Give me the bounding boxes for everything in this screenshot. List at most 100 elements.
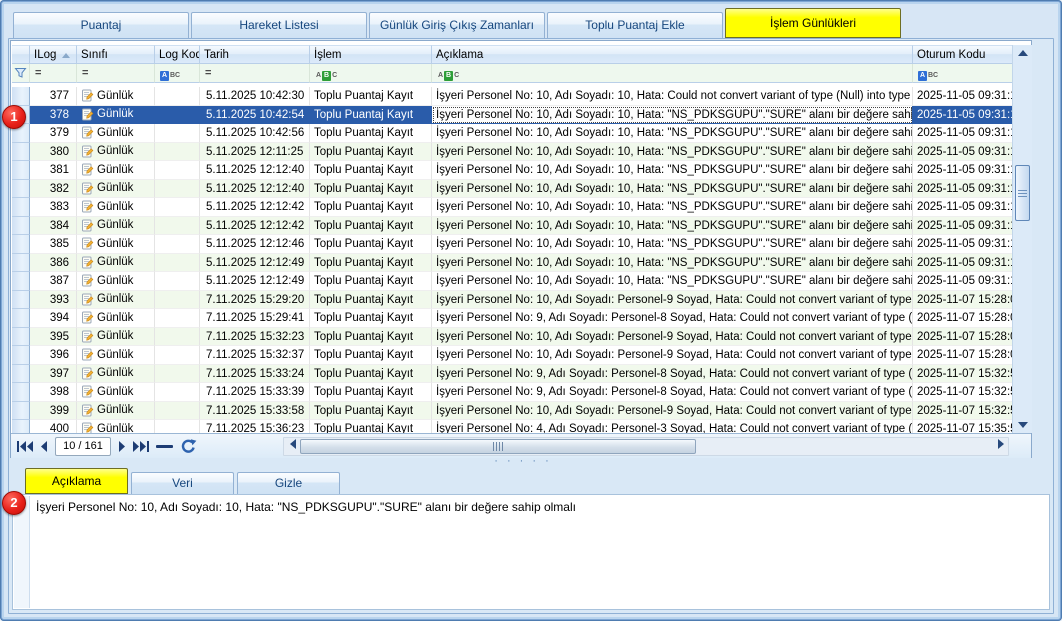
cell-islem[interactable]: Toplu Puantaj Kayıt — [310, 161, 432, 180]
cell-ilog[interactable]: 394 — [30, 309, 77, 328]
cell-tarih[interactable]: 5.11.2025 10:42:30 — [200, 87, 310, 106]
cell-logkodu[interactable] — [155, 254, 200, 273]
table-row[interactable]: 382Günlük5.11.2025 12:12:40Toplu Puantaj… — [12, 180, 1013, 199]
cell-sinifi[interactable]: Günlük — [77, 198, 155, 217]
cell-oturum[interactable]: 2025-11-05 09:31:1 — [913, 235, 1013, 254]
cell-oturum[interactable]: 2025-11-05 09:31:1 — [913, 143, 1013, 162]
detail-tab-aciklama[interactable]: Açıklama — [25, 468, 128, 494]
cell-islem[interactable]: Toplu Puantaj Kayıt — [310, 365, 432, 384]
table-row[interactable]: 381Günlük5.11.2025 12:12:40Toplu Puantaj… — [12, 161, 1013, 180]
cell-logkodu[interactable] — [155, 124, 200, 143]
cell-ilog[interactable]: 378 — [30, 106, 77, 125]
cell-logkodu[interactable] — [155, 235, 200, 254]
filter-cell-aciklama[interactable]: ABC — [432, 64, 913, 83]
cell-logkodu[interactable] — [155, 106, 200, 125]
cell-logkodu[interactable] — [155, 309, 200, 328]
cell-islem[interactable]: Toplu Puantaj Kayıt — [310, 402, 432, 421]
table-row[interactable]: 400Günlük7.11.2025 15:36:23Toplu Puantaj… — [12, 420, 1013, 433]
cell-islem[interactable]: Toplu Puantaj Kayıt — [310, 272, 432, 291]
cell-sinifi[interactable]: Günlük — [77, 420, 155, 433]
horizontal-scrollbar[interactable] — [283, 437, 1009, 456]
cell-islem[interactable]: Toplu Puantaj Kayıt — [310, 254, 432, 273]
cell-islem[interactable]: Toplu Puantaj Kayıt — [310, 180, 432, 199]
main-tab-islem-gunlukleri[interactable]: İşlem Günlükleri — [725, 8, 901, 38]
cell-islem[interactable]: Toplu Puantaj Kayıt — [310, 217, 432, 236]
cell-oturum[interactable]: 2025-11-07 15:35:5 — [913, 420, 1013, 433]
table-row[interactable]: 394Günlük7.11.2025 15:29:41Toplu Puantaj… — [12, 309, 1013, 328]
horizontal-scroll-thumb[interactable] — [300, 439, 696, 454]
table-row[interactable]: 396Günlük7.11.2025 15:32:37Toplu Puantaj… — [12, 346, 1013, 365]
cell-sinifi[interactable]: Günlük — [77, 87, 155, 106]
cell-aciklama[interactable]: İşyeri Personel No: 10, Adı Soyadı: 10, … — [432, 217, 913, 236]
cell-aciklama[interactable]: İşyeri Personel No: 10, Adı Soyadı: 10, … — [432, 254, 913, 273]
scroll-right-icon[interactable] — [995, 438, 1007, 449]
detail-tab-gizle[interactable]: Gizle — [237, 472, 340, 494]
cell-sinifi[interactable]: Günlük — [77, 124, 155, 143]
cell-aciklama[interactable]: İşyeri Personel No: 4, Adı Soyadı: Perso… — [432, 420, 913, 433]
table-row[interactable]: 387Günlük5.11.2025 12:12:49Toplu Puantaj… — [12, 272, 1013, 291]
cell-aciklama[interactable]: İşyeri Personel No: 10, Adı Soyadı: 10, … — [432, 124, 913, 143]
filter-cell-sinifi[interactable]: = — [77, 64, 155, 83]
last-page-button[interactable] — [133, 441, 149, 452]
cell-oturum[interactable]: 2025-11-05 09:31:1 — [913, 217, 1013, 236]
cell-tarih[interactable]: 5.11.2025 12:12:49 — [200, 254, 310, 273]
filter-cell-ilog[interactable]: = — [30, 64, 77, 83]
column-header-aciklama[interactable]: Açıklama — [432, 45, 913, 64]
cell-logkodu[interactable] — [155, 420, 200, 433]
first-page-button[interactable] — [17, 441, 33, 452]
column-header-oturum[interactable]: Oturum Kodu — [913, 45, 1013, 64]
cell-tarih[interactable]: 5.11.2025 12:12:40 — [200, 180, 310, 199]
cell-tarih[interactable]: 7.11.2025 15:33:24 — [200, 365, 310, 384]
cell-logkodu[interactable] — [155, 87, 200, 106]
cell-aciklama[interactable]: İşyeri Personel No: 9, Adı Soyadı: Perso… — [432, 383, 913, 402]
cell-ilog[interactable]: 399 — [30, 402, 77, 421]
cell-tarih[interactable]: 5.11.2025 12:12:40 — [200, 161, 310, 180]
cell-ilog[interactable]: 396 — [30, 346, 77, 365]
cell-oturum[interactable]: 2025-11-05 09:31:1 — [913, 161, 1013, 180]
column-header-logkodu[interactable]: Log Kodu — [155, 45, 200, 64]
cell-islem[interactable]: Toplu Puantaj Kayıt — [310, 420, 432, 433]
cell-islem[interactable]: Toplu Puantaj Kayıt — [310, 346, 432, 365]
cell-oturum[interactable]: 2025-11-05 09:31:1 — [913, 180, 1013, 199]
filter-cell-tarih[interactable]: = — [200, 64, 310, 83]
cell-oturum[interactable]: 2025-11-05 09:31:1 — [913, 198, 1013, 217]
scroll-down-icon[interactable] — [1013, 417, 1033, 433]
cell-islem[interactable]: Toplu Puantaj Kayıt — [310, 309, 432, 328]
cell-logkodu[interactable] — [155, 383, 200, 402]
cell-aciklama[interactable]: İşyeri Personel No: 10, Adı Soyadı: 10, … — [432, 161, 913, 180]
cell-oturum[interactable]: 2025-11-07 15:28:0 — [913, 328, 1013, 347]
cell-tarih[interactable]: 7.11.2025 15:33:58 — [200, 402, 310, 421]
cell-tarih[interactable]: 7.11.2025 15:33:39 — [200, 383, 310, 402]
table-row[interactable]: 385Günlük5.11.2025 12:12:46Toplu Puantaj… — [12, 235, 1013, 254]
refresh-icon[interactable] — [180, 439, 197, 454]
cell-tarih[interactable]: 5.11.2025 12:12:46 — [200, 235, 310, 254]
cell-islem[interactable]: Toplu Puantaj Kayıt — [310, 143, 432, 162]
prev-page-button[interactable] — [40, 441, 48, 452]
cell-tarih[interactable]: 7.11.2025 15:36:23 — [200, 420, 310, 433]
cell-logkodu[interactable] — [155, 346, 200, 365]
cell-islem[interactable]: Toplu Puantaj Kayıt — [310, 235, 432, 254]
cell-aciklama[interactable]: İşyeri Personel No: 10, Adı Soyadı: 10, … — [432, 143, 913, 162]
cell-tarih[interactable]: 7.11.2025 15:32:37 — [200, 346, 310, 365]
cell-oturum[interactable]: 2025-11-05 09:31:1 — [913, 272, 1013, 291]
cell-tarih[interactable]: 5.11.2025 10:42:56 — [200, 124, 310, 143]
table-row[interactable]: 397Günlük7.11.2025 15:33:24Toplu Puantaj… — [12, 365, 1013, 384]
table-row[interactable]: 398Günlük7.11.2025 15:33:39Toplu Puantaj… — [12, 383, 1013, 402]
cell-islem[interactable]: Toplu Puantaj Kayıt — [310, 198, 432, 217]
cell-tarih[interactable]: 7.11.2025 15:29:41 — [200, 309, 310, 328]
next-page-button[interactable] — [118, 441, 126, 452]
cell-sinifi[interactable]: Günlük — [77, 272, 155, 291]
main-tab-toplu-puantaj-ekle[interactable]: Toplu Puantaj Ekle — [547, 12, 723, 38]
cell-tarih[interactable]: 5.11.2025 12:12:42 — [200, 217, 310, 236]
cell-ilog[interactable]: 397 — [30, 365, 77, 384]
table-row[interactable]: 383Günlük5.11.2025 12:12:42Toplu Puantaj… — [12, 198, 1013, 217]
table-row[interactable]: 379Günlük5.11.2025 10:42:56Toplu Puantaj… — [12, 124, 1013, 143]
table-row[interactable]: 386Günlük5.11.2025 12:12:49Toplu Puantaj… — [12, 254, 1013, 273]
cell-sinifi[interactable]: Günlük — [77, 254, 155, 273]
table-row[interactable]: 399Günlük7.11.2025 15:33:58Toplu Puantaj… — [12, 402, 1013, 421]
cell-ilog[interactable]: 377 — [30, 87, 77, 106]
main-tab-puantaj[interactable]: Puantaj — [13, 12, 189, 38]
cell-logkodu[interactable] — [155, 217, 200, 236]
cell-tarih[interactable]: 5.11.2025 12:11:25 — [200, 143, 310, 162]
cell-islem[interactable]: Toplu Puantaj Kayıt — [310, 124, 432, 143]
